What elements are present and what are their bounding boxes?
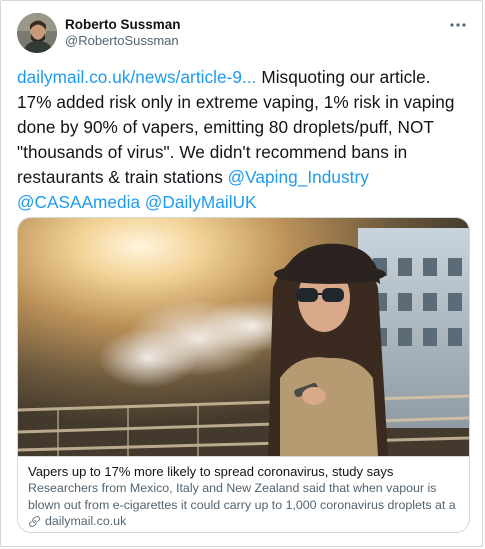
mention-vaping-industry[interactable]: @Vaping_Industry xyxy=(228,167,369,187)
card-domain-row: dailymail.co.uk xyxy=(28,513,459,530)
card-description: Researchers from Mexico, Italy and New Z… xyxy=(28,481,456,512)
card-image[interactable] xyxy=(18,218,469,456)
avatar[interactable] xyxy=(17,13,57,53)
mention-casaamedia[interactable]: @CASAAmedia xyxy=(17,192,140,212)
author-info: Roberto Sussman @RobertoSussman xyxy=(65,17,181,49)
link-icon xyxy=(29,516,40,527)
card-title: Vapers up to 17% more likely to spread c… xyxy=(28,464,394,479)
tweet-card: Roberto Sussman @RobertoSussman dailymai… xyxy=(0,0,483,547)
card-domain: dailymail.co.uk xyxy=(45,514,127,528)
author-name[interactable]: Roberto Sussman xyxy=(65,17,181,33)
more-horizontal-icon xyxy=(450,23,466,27)
link-preview-card[interactable]: Vapers up to 17% more likely to spread c… xyxy=(17,217,470,533)
tweet-header: Roberto Sussman @RobertoSussman xyxy=(17,13,470,57)
more-options-button[interactable] xyxy=(448,15,468,35)
author-handle[interactable]: @RobertoSussman xyxy=(65,33,181,49)
card-meta: Vapers up to 17% more likely to spread c… xyxy=(18,456,469,532)
mention-dailymailuk[interactable]: @DailyMailUK xyxy=(145,192,257,212)
avatar-photo xyxy=(17,13,57,53)
article-link[interactable]: dailymail.co.uk/news/article-9... xyxy=(17,67,257,87)
vaping-woman-photo xyxy=(18,218,469,456)
tweet-text: dailymail.co.uk/news/article-9... Misquo… xyxy=(17,65,469,215)
